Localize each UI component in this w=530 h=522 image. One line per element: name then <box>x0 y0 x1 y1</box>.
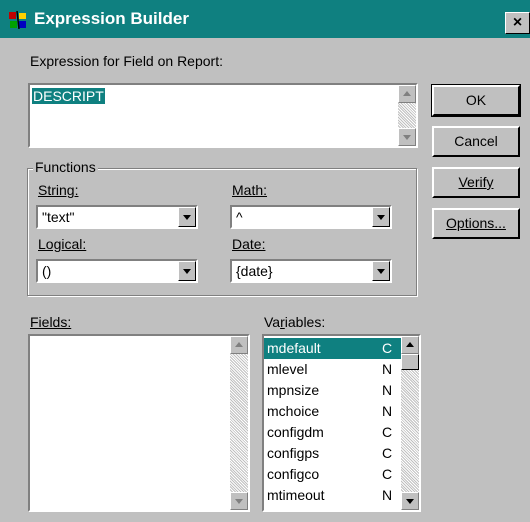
list-item[interactable]: mpnsize N <box>264 380 414 401</box>
chevron-down-icon[interactable] <box>178 261 196 281</box>
variables-list[interactable]: mdefault C mlevel N mpnsize N mchoice N … <box>262 334 421 512</box>
ok-button[interactable]: OK <box>431 84 521 117</box>
fields-list[interactable] <box>28 334 250 512</box>
list-item[interactable]: configco C <box>264 464 414 485</box>
variable-name: configdm <box>267 424 324 440</box>
variable-type: N <box>382 403 393 419</box>
chevron-down-icon[interactable] <box>178 207 196 227</box>
list-item[interactable]: configps C <box>264 443 414 464</box>
cancel-button[interactable]: Cancel <box>432 126 520 157</box>
logical-dropdown[interactable]: () <box>36 259 198 283</box>
expression-textarea[interactable]: DESCRIPT <box>28 83 418 148</box>
date-value: {date} <box>236 263 273 279</box>
verify-button[interactable]: Verify <box>432 167 520 198</box>
list-item[interactable]: configdm C <box>264 422 414 443</box>
close-button[interactable]: × <box>505 12 530 34</box>
logical-label: Logical: <box>38 236 87 252</box>
variable-type: C <box>382 445 393 461</box>
ok-label: OK <box>465 92 487 108</box>
scrollbar-thumb[interactable] <box>401 354 419 370</box>
string-dropdown[interactable]: "text" <box>36 205 198 229</box>
fields-label: Fields: <box>30 314 72 330</box>
chevron-down-icon[interactable] <box>372 261 390 281</box>
variable-name: mtimeout <box>267 487 325 503</box>
options-button[interactable]: Options... <box>432 208 520 239</box>
scroll-up-icon[interactable] <box>401 336 419 354</box>
variable-type: C <box>382 466 393 482</box>
variable-name: mdefault <box>267 340 321 356</box>
title-bar: Expression Builder × <box>0 0 530 38</box>
variable-name: configco <box>267 466 320 482</box>
chevron-down-icon[interactable] <box>372 207 390 227</box>
expression-value: DESCRIPT <box>32 88 105 104</box>
report-builder-icon <box>9 11 26 29</box>
variables-label: Variables: <box>264 314 326 330</box>
scroll-down-icon[interactable] <box>401 492 419 510</box>
variable-type: N <box>382 382 393 398</box>
string-value: "text" <box>42 209 75 225</box>
scroll-up-icon[interactable] <box>398 85 416 103</box>
date-label: Date: <box>232 236 266 252</box>
cancel-label: Cancel <box>454 133 498 149</box>
list-item[interactable]: mdefault C <box>264 338 414 359</box>
scroll-up-icon[interactable] <box>230 336 248 354</box>
variable-type: C <box>382 340 393 356</box>
functions-label: Functions <box>33 159 98 175</box>
options-label: Options... <box>446 215 506 231</box>
variable-name: mpnsize <box>267 382 320 398</box>
scroll-down-icon[interactable] <box>230 492 248 510</box>
variables-scrollbar[interactable] <box>401 336 419 510</box>
fields-scrollbar[interactable] <box>230 336 248 510</box>
math-dropdown[interactable]: ^ <box>230 205 392 229</box>
variable-type: N <box>382 361 393 377</box>
scroll-down-icon[interactable] <box>398 128 416 146</box>
close-icon: × <box>512 14 523 31</box>
variable-name: mchoice <box>267 403 320 419</box>
logical-value: () <box>42 263 52 279</box>
date-dropdown[interactable]: {date} <box>230 259 392 283</box>
window-title: Expression Builder <box>34 9 189 28</box>
list-item[interactable]: mlevel N <box>264 359 414 380</box>
list-item[interactable]: mchoice N <box>264 401 414 422</box>
verify-label: Verify <box>458 174 494 190</box>
string-label: String: <box>38 182 79 198</box>
variable-type: N <box>382 487 393 503</box>
math-value: ^ <box>236 209 243 225</box>
expression-label: Expression for Field on Report: <box>30 53 223 69</box>
variable-name: mlevel <box>267 361 308 377</box>
list-item[interactable]: mtimeout N <box>264 485 414 506</box>
expression-builder-dialog: Expression Builder × Expression for Fiel… <box>0 0 530 522</box>
variable-name: configps <box>267 445 320 461</box>
expression-scrollbar[interactable] <box>398 85 416 146</box>
math-label: Math: <box>232 182 268 198</box>
variable-type: C <box>382 424 393 440</box>
